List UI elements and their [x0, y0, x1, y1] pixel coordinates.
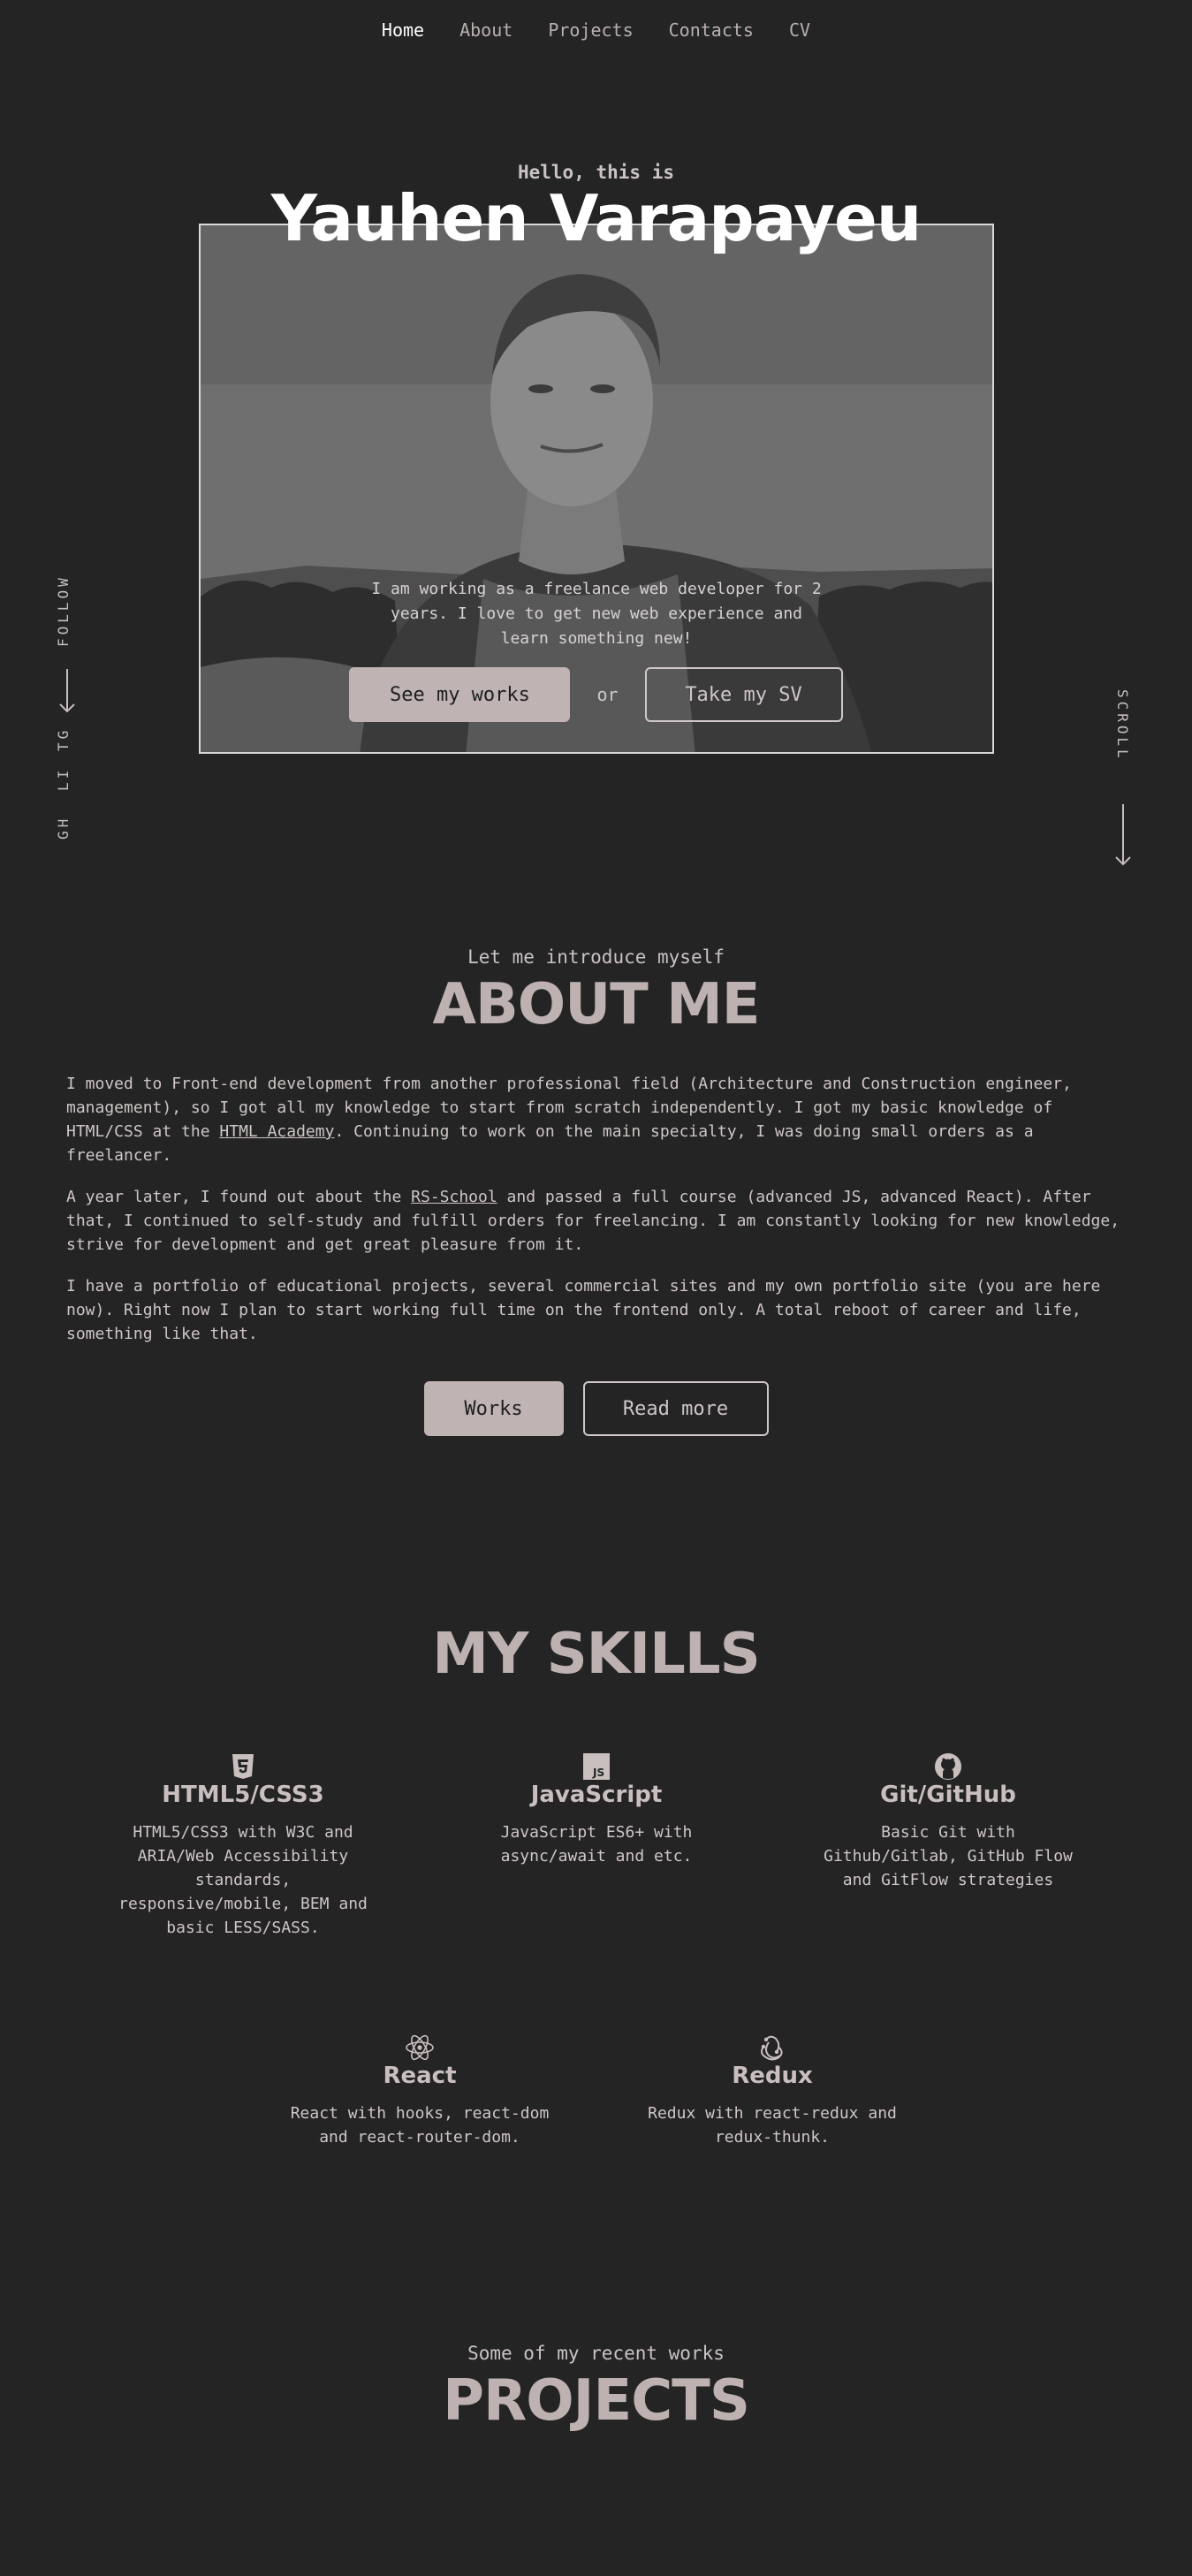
- skill-description: Basic Git with Github/Gitlab, GitHub Flo…: [824, 1823, 1073, 1889]
- skill-card-redux: Redux Redux with react-redux and redux-t…: [640, 2033, 905, 2149]
- html5-icon: [110, 1752, 376, 1782]
- main-nav: Home About Projects Contacts CV: [0, 19, 1192, 41]
- skill-name: JavaScript: [530, 1782, 663, 1808]
- github-icon: [816, 1752, 1081, 1782]
- skill-name: React: [383, 2063, 457, 2089]
- hero-name: Yauhen Varapayeu: [270, 181, 922, 255]
- html-academy-link[interactable]: HTML Academy: [219, 1122, 334, 1141]
- about-actions: Works Read more: [0, 1381, 1192, 1436]
- javascript-icon: JS: [464, 1752, 729, 1782]
- skill-description: React with hooks, react-dom and react-ro…: [290, 2104, 550, 2147]
- link-gh[interactable]: GH: [55, 816, 72, 840]
- skill-description: HTML5/CSS3 with W3C and ARIA/Web Accessi…: [118, 1823, 368, 1937]
- link-li[interactable]: LI: [55, 767, 72, 791]
- nav-projects[interactable]: Projects: [548, 19, 633, 41]
- arrow-down-icon: [1115, 804, 1131, 866]
- projects-title: PROJECTS: [443, 2368, 750, 2434]
- or-label: or: [596, 684, 619, 705]
- nav-contacts[interactable]: Contacts: [669, 19, 754, 41]
- nav-cv[interactable]: CV: [789, 19, 810, 41]
- scroll-label: SCROLL: [1114, 689, 1131, 762]
- redux-icon: [640, 2033, 905, 2063]
- works-button[interactable]: Works: [423, 1381, 564, 1436]
- about-paragraph-3: I have a portfolio of educational projec…: [66, 1277, 1101, 1343]
- projects-subtitle: Some of my recent works: [467, 2343, 725, 2364]
- follow-label: FOLLOW: [55, 574, 72, 647]
- hero-greeting: Hello, this is: [517, 162, 674, 183]
- svg-text:JS: JS: [592, 1767, 604, 1779]
- about-paragraph-1: I moved to Front-end development from an…: [66, 1075, 1072, 1165]
- nav-home[interactable]: Home: [382, 19, 424, 41]
- skill-name: HTML5/CSS3: [162, 1782, 324, 1808]
- read-more-button[interactable]: Read more: [582, 1381, 769, 1436]
- skill-name: Redux: [732, 2063, 813, 2089]
- link-tg[interactable]: TG: [55, 727, 72, 751]
- hero-actions: See my works or Take my SV: [0, 667, 1192, 722]
- follow-side: FOLLOW TG LI GH: [55, 561, 81, 844]
- skill-card-javascript: JS JavaScript JavaScript ES6+ with async…: [464, 1752, 729, 1868]
- skill-card-react: React React with hooks, react-dom and re…: [287, 2033, 552, 2149]
- skill-name: Git/GitHub: [880, 1782, 1016, 1808]
- skills-title: MY SKILLS: [432, 1622, 760, 1687]
- about-subtitle: Let me introduce myself: [467, 946, 725, 968]
- skill-description: JavaScript ES6+ with async/await and etc…: [500, 1823, 693, 1866]
- scroll-indicator[interactable]: SCROLL: [1112, 689, 1138, 866]
- rs-school-link[interactable]: RS-School: [411, 1188, 497, 1206]
- nav-about[interactable]: About: [459, 19, 512, 41]
- see-my-works-button[interactable]: See my works: [349, 667, 571, 722]
- take-my-sv-button[interactable]: Take my SV: [644, 667, 843, 722]
- skill-card-html: HTML5/CSS3 HTML5/CSS3 with W3C and ARIA/…: [110, 1752, 376, 1940]
- hero-description: I am working as a freelance web develope…: [371, 580, 822, 648]
- about-title: ABOUT ME: [432, 972, 760, 1037]
- arrow-down-icon: [59, 669, 75, 713]
- about-text: I moved to Front-end development from an…: [66, 1072, 1127, 1364]
- skill-card-git: Git/GitHub Basic Git with Github/Gitlab,…: [816, 1752, 1081, 1892]
- react-icon: [287, 2033, 552, 2063]
- skill-description: Redux with react-redux and redux-thunk.: [648, 2104, 897, 2147]
- about-paragraph-2: A year later, I found out about the RS-S…: [66, 1188, 1120, 1254]
